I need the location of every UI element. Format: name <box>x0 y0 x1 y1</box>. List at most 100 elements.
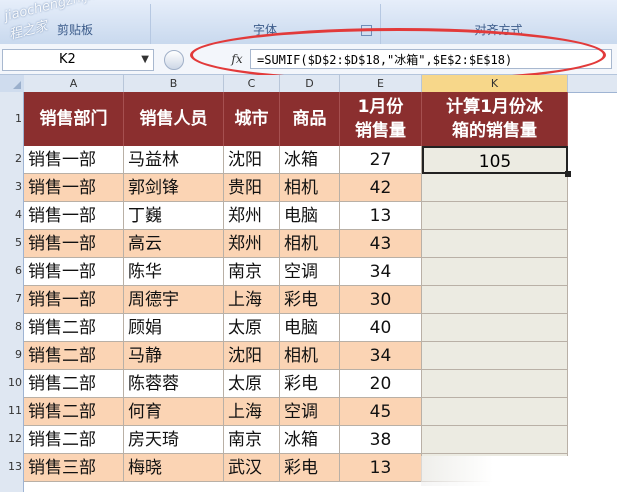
department-cell[interactable]: 销售二部 <box>24 370 124 398</box>
department-cell[interactable]: 销售一部 <box>24 286 124 314</box>
department-cell[interactable]: 销售一部 <box>24 174 124 202</box>
product-cell[interactable]: 彩电 <box>280 370 340 398</box>
salesperson-cell[interactable]: 陈华 <box>124 258 224 286</box>
select-all-corner[interactable] <box>0 75 24 92</box>
row-number[interactable]: 4 <box>0 208 24 221</box>
salesperson-cell[interactable]: 郭剑锋 <box>124 174 224 202</box>
header-cell-jan-sales[interactable]: 1月份 销售量 <box>340 92 422 146</box>
sales-cell[interactable]: 38 <box>340 426 422 454</box>
empty-k-cell[interactable] <box>422 370 568 398</box>
row-number[interactable]: 11 <box>0 404 24 417</box>
column-header-a[interactable]: A <box>24 75 124 92</box>
cancel-icon[interactable] <box>164 50 184 70</box>
row-number[interactable]: 9 <box>0 348 24 361</box>
row-number[interactable]: 1 <box>0 112 24 125</box>
department-cell[interactable]: 销售三部 <box>24 454 124 482</box>
department-cell[interactable]: 销售二部 <box>24 314 124 342</box>
empty-k-cell[interactable] <box>422 258 568 286</box>
city-cell[interactable]: 上海 <box>224 398 280 426</box>
row-number[interactable]: 7 <box>0 292 24 305</box>
row-number[interactable]: 2 <box>0 152 24 165</box>
sales-cell[interactable]: 20 <box>340 370 422 398</box>
empty-k-cell[interactable] <box>422 398 568 426</box>
sales-cell[interactable]: 42 <box>340 174 422 202</box>
sales-cell[interactable]: 34 <box>340 258 422 286</box>
city-cell[interactable]: 南京 <box>224 426 280 454</box>
salesperson-cell[interactable]: 陈蓉蓉 <box>124 370 224 398</box>
salesperson-cell[interactable]: 高云 <box>124 230 224 258</box>
product-cell[interactable]: 空调 <box>280 398 340 426</box>
column-header-c[interactable]: C <box>224 75 280 92</box>
salesperson-cell[interactable]: 梅晓 <box>124 454 224 482</box>
product-cell[interactable]: 电脑 <box>280 202 340 230</box>
row-number[interactable]: 12 <box>0 432 24 445</box>
city-cell[interactable]: 太原 <box>224 314 280 342</box>
header-cell-department[interactable]: 销售部门 <box>24 92 124 146</box>
sales-cell[interactable]: 34 <box>340 342 422 370</box>
sales-cell[interactable]: 43 <box>340 230 422 258</box>
header-cell-fridge-sales[interactable]: 计算1月份冰 箱的销售量 <box>422 92 568 146</box>
product-cell[interactable]: 相机 <box>280 174 340 202</box>
salesperson-cell[interactable]: 周德宇 <box>124 286 224 314</box>
department-cell[interactable]: 销售二部 <box>24 426 124 454</box>
salesperson-cell[interactable]: 何育 <box>124 398 224 426</box>
row-number[interactable]: 6 <box>0 264 24 277</box>
city-cell[interactable]: 武汉 <box>224 454 280 482</box>
salesperson-cell[interactable]: 顾娟 <box>124 314 224 342</box>
column-header-k[interactable]: K <box>422 75 568 92</box>
empty-k-cell[interactable] <box>422 174 568 202</box>
insert-function-icon[interactable]: fx <box>226 50 248 68</box>
city-cell[interactable]: 郑州 <box>224 202 280 230</box>
empty-k-cell[interactable] <box>422 230 568 258</box>
department-cell[interactable]: 销售一部 <box>24 258 124 286</box>
row-number[interactable]: 13 <box>0 460 24 473</box>
column-header-e[interactable]: E <box>340 75 422 92</box>
product-cell[interactable]: 彩电 <box>280 454 340 482</box>
empty-k-cell[interactable] <box>422 342 568 370</box>
city-cell[interactable]: 上海 <box>224 286 280 314</box>
department-cell[interactable]: 销售一部 <box>24 202 124 230</box>
salesperson-cell[interactable]: 马益林 <box>124 146 224 174</box>
formula-input[interactable]: =SUMIF($D$2:$D$18,"冰箱",$E$2:$E$18) <box>250 49 612 69</box>
sales-cell[interactable]: 45 <box>340 398 422 426</box>
product-cell[interactable]: 相机 <box>280 342 340 370</box>
product-cell[interactable]: 冰箱 <box>280 146 340 174</box>
header-cell-salesperson[interactable]: 销售人员 <box>124 92 224 146</box>
salesperson-cell[interactable]: 房天琦 <box>124 426 224 454</box>
empty-k-cell[interactable] <box>422 314 568 342</box>
product-cell[interactable]: 相机 <box>280 230 340 258</box>
sales-cell[interactable]: 13 <box>340 202 422 230</box>
salesperson-cell[interactable]: 丁巍 <box>124 202 224 230</box>
column-header-b[interactable]: B <box>124 75 224 92</box>
dialog-launcher-icon[interactable] <box>361 25 372 36</box>
empty-k-cell[interactable] <box>422 202 568 230</box>
city-cell[interactable]: 郑州 <box>224 230 280 258</box>
row-number[interactable]: 10 <box>0 376 24 389</box>
row-number[interactable]: 8 <box>0 320 24 333</box>
department-cell[interactable]: 销售二部 <box>24 398 124 426</box>
sales-cell[interactable]: 30 <box>340 286 422 314</box>
header-cell-product[interactable]: 商品 <box>280 92 340 146</box>
product-cell[interactable]: 冰箱 <box>280 426 340 454</box>
product-cell[interactable]: 空调 <box>280 258 340 286</box>
city-cell[interactable]: 南京 <box>224 258 280 286</box>
city-cell[interactable]: 贵阳 <box>224 174 280 202</box>
sales-cell[interactable]: 40 <box>340 314 422 342</box>
empty-k-cell[interactable] <box>422 286 568 314</box>
department-cell[interactable]: 销售二部 <box>24 342 124 370</box>
salesperson-cell[interactable]: 马静 <box>124 342 224 370</box>
department-cell[interactable]: 销售一部 <box>24 146 124 174</box>
name-box[interactable]: K2 ▼ <box>2 49 154 71</box>
empty-k-cell[interactable] <box>422 426 568 454</box>
header-cell-city[interactable]: 城市 <box>224 92 280 146</box>
row-number[interactable]: 3 <box>0 180 24 193</box>
row-number[interactable]: 5 <box>0 236 24 249</box>
city-cell[interactable]: 沈阳 <box>224 146 280 174</box>
column-header-d[interactable]: D <box>280 75 340 92</box>
product-cell[interactable]: 电脑 <box>280 314 340 342</box>
city-cell[interactable]: 沈阳 <box>224 342 280 370</box>
sales-cell[interactable]: 13 <box>340 454 422 482</box>
product-cell[interactable]: 彩电 <box>280 286 340 314</box>
city-cell[interactable]: 太原 <box>224 370 280 398</box>
result-cell-k2[interactable]: 105 <box>422 146 568 174</box>
